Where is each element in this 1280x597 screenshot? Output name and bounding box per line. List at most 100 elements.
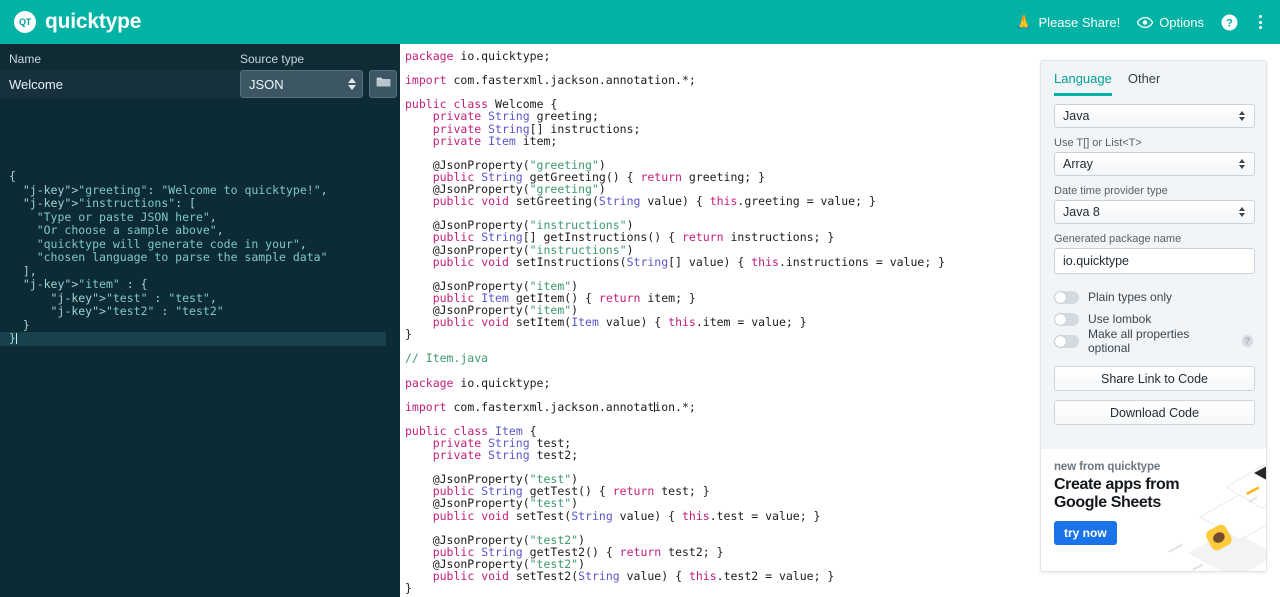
code-line: import com.fasterxml.jackson.annotation.… [405, 73, 696, 88]
array-select-group: Array [1054, 152, 1255, 176]
promo-headline: Create apps from Google Sheets [1054, 476, 1266, 512]
json-line[interactable]: "j-key">"greeting": "Welcome to quicktyp… [0, 183, 400, 198]
promo-cta-button[interactable]: try now [1054, 521, 1117, 545]
toggle-make-all-properties-optional[interactable]: Make all properties optional ? [1054, 327, 1253, 355]
json-line[interactable]: ], [0, 264, 400, 279]
code-line: package io.quicktype; [405, 375, 551, 390]
source-type-value: JSON [249, 76, 284, 92]
sidebar-body: Java Use T[] or List<T> Array Date time … [1041, 96, 1266, 425]
code-line: } [405, 327, 412, 342]
json-line[interactable]: } [0, 318, 400, 333]
package-label: Generated package name [1054, 233, 1182, 245]
code-line: package io.quicktype; [405, 49, 551, 63]
brand[interactable]: QT quicktype [14, 10, 141, 34]
promo-headline-line1: Create apps from [1054, 476, 1180, 493]
source-panel: Name Source type JSON [0, 44, 400, 597]
json-line[interactable]: "quicktype will generate code in your", [0, 237, 400, 252]
promo-ad[interactable]: new from quicktype Create apps from Goog… [1041, 449, 1266, 571]
json-line[interactable]: "Type or paste JSON here", [0, 210, 400, 225]
code-line: public void setGreeting(String value) { … [432, 194, 876, 209]
quicktype-logo-icon: QT [14, 11, 36, 33]
code-line: public String[] getInstructions() { retu… [432, 230, 835, 245]
toggle-label: Plain types only [1088, 290, 1173, 304]
options-button[interactable]: Options [1137, 15, 1204, 30]
options-sidebar: Language Other Java Use T[] or List<T> A… [1040, 60, 1267, 572]
header-actions: 🙏 Please Share! Options ? [1015, 13, 1266, 31]
datetime-select-group: Java 8 [1054, 200, 1255, 224]
tab-language[interactable]: Language [1054, 71, 1112, 96]
language-value: Java [1063, 109, 1090, 123]
json-line[interactable]: "chosen language to parse the sample dat… [0, 250, 400, 265]
promo-kicker: new from quicktype [1054, 461, 1161, 473]
promo-headline-line2: Google Sheets [1054, 494, 1161, 511]
code-line: private Item item; [432, 133, 558, 148]
please-share-label: Please Share! [1038, 14, 1121, 30]
code-line: private String test2; [432, 448, 579, 463]
package-name-input[interactable] [1054, 248, 1255, 274]
eye-icon [1137, 16, 1154, 28]
json-line[interactable]: "Or choose a sample above", [0, 223, 400, 238]
help-tooltip-icon[interactable]: ? [1241, 335, 1253, 347]
language-select-group: Java [1054, 104, 1255, 128]
toggle-plain-types-only[interactable]: Plain types only [1054, 286, 1253, 308]
json-source-editor[interactable]: { "j-key">"greeting": "Welcome to quickt… [0, 140, 400, 597]
open-file-button[interactable] [369, 70, 397, 98]
language-select[interactable]: Java [1054, 104, 1255, 128]
toggle-switch-icon[interactable] [1054, 334, 1079, 348]
toggle-list: Plain types only Use lombok Make all pro… [1054, 286, 1253, 355]
options-label: Options [1159, 14, 1204, 30]
json-line[interactable]: { [0, 169, 400, 184]
code-line: public void setTest(String value) { this… [432, 508, 821, 523]
share-link-label: Share Link to Code [1100, 371, 1208, 386]
array-value: Array [1063, 157, 1093, 171]
source-type-label: Source type [240, 52, 305, 66]
name-input[interactable] [0, 70, 240, 98]
name-label: Name [9, 52, 42, 66]
code-line: public void setTest2(String value) { thi… [432, 569, 835, 584]
source-type-select[interactable]: JSON [240, 70, 363, 98]
json-line[interactable]: "j-key">"item" : { [0, 277, 400, 292]
kebab-menu-icon[interactable] [1255, 13, 1266, 31]
toggle-label: Make all properties optional [1088, 327, 1190, 355]
folder-icon [376, 75, 391, 93]
source-type-group: Source type JSON [240, 50, 405, 98]
toggle-switch-icon[interactable] [1054, 290, 1079, 304]
name-field-group: Name [0, 50, 240, 98]
help-button[interactable]: ? [1221, 14, 1238, 31]
quicktype-app: QT quicktype 🙏 Please Share! Options ? N… [0, 0, 1280, 597]
svg-text:?: ? [1226, 17, 1233, 29]
download-code-label: Download Code [1110, 405, 1199, 420]
array-type-select[interactable]: Array [1054, 152, 1255, 176]
please-share-button[interactable]: 🙏 Please Share! [1015, 15, 1120, 30]
praying-hands-icon: 🙏 [1015, 14, 1033, 30]
code-line: } [405, 581, 412, 596]
json-line[interactable]: "j-key">"test2" : "test2" [0, 304, 400, 319]
datetime-value: Java 8 [1063, 205, 1100, 219]
help-circle-icon: ? [1221, 14, 1238, 31]
tab-other[interactable]: Other [1128, 71, 1161, 96]
code-line: // Item.java [405, 351, 489, 366]
share-link-to-code-button[interactable]: Share Link to Code [1054, 366, 1255, 391]
toggle-switch-icon[interactable] [1054, 312, 1079, 326]
promo-text: new from quicktype Create apps from Goog… [1041, 449, 1266, 545]
datetime-provider-select[interactable]: Java 8 [1054, 200, 1255, 224]
code-line: public void setInstructions(String[] val… [432, 254, 946, 269]
download-code-button[interactable]: Download Code [1054, 400, 1255, 425]
brand-name: quicktype [45, 10, 142, 33]
source-toolbar: Name Source type JSON [0, 44, 400, 98]
code-line: import com.fasterxml.jackson.annotation.… [405, 399, 696, 414]
code-line: public void setItem(Item value) { this.i… [432, 315, 807, 330]
app-header: QT quicktype 🙏 Please Share! Options ? [0, 0, 1280, 44]
sidebar-tabs: Language Other [1041, 61, 1266, 96]
json-line[interactable]: "j-key">"test" : "test", [0, 291, 400, 306]
generated-code-pane[interactable]: package io.quicktype; import com.fasterx… [400, 44, 1040, 597]
datetime-label: Date time provider type [1054, 185, 1168, 197]
json-line[interactable]: "j-key">"instructions": [ [0, 196, 400, 211]
json-line[interactable]: } [0, 331, 386, 346]
toggle-label: Use lombok [1088, 312, 1152, 326]
array-label: Use T[] or List<T> [1054, 137, 1142, 149]
